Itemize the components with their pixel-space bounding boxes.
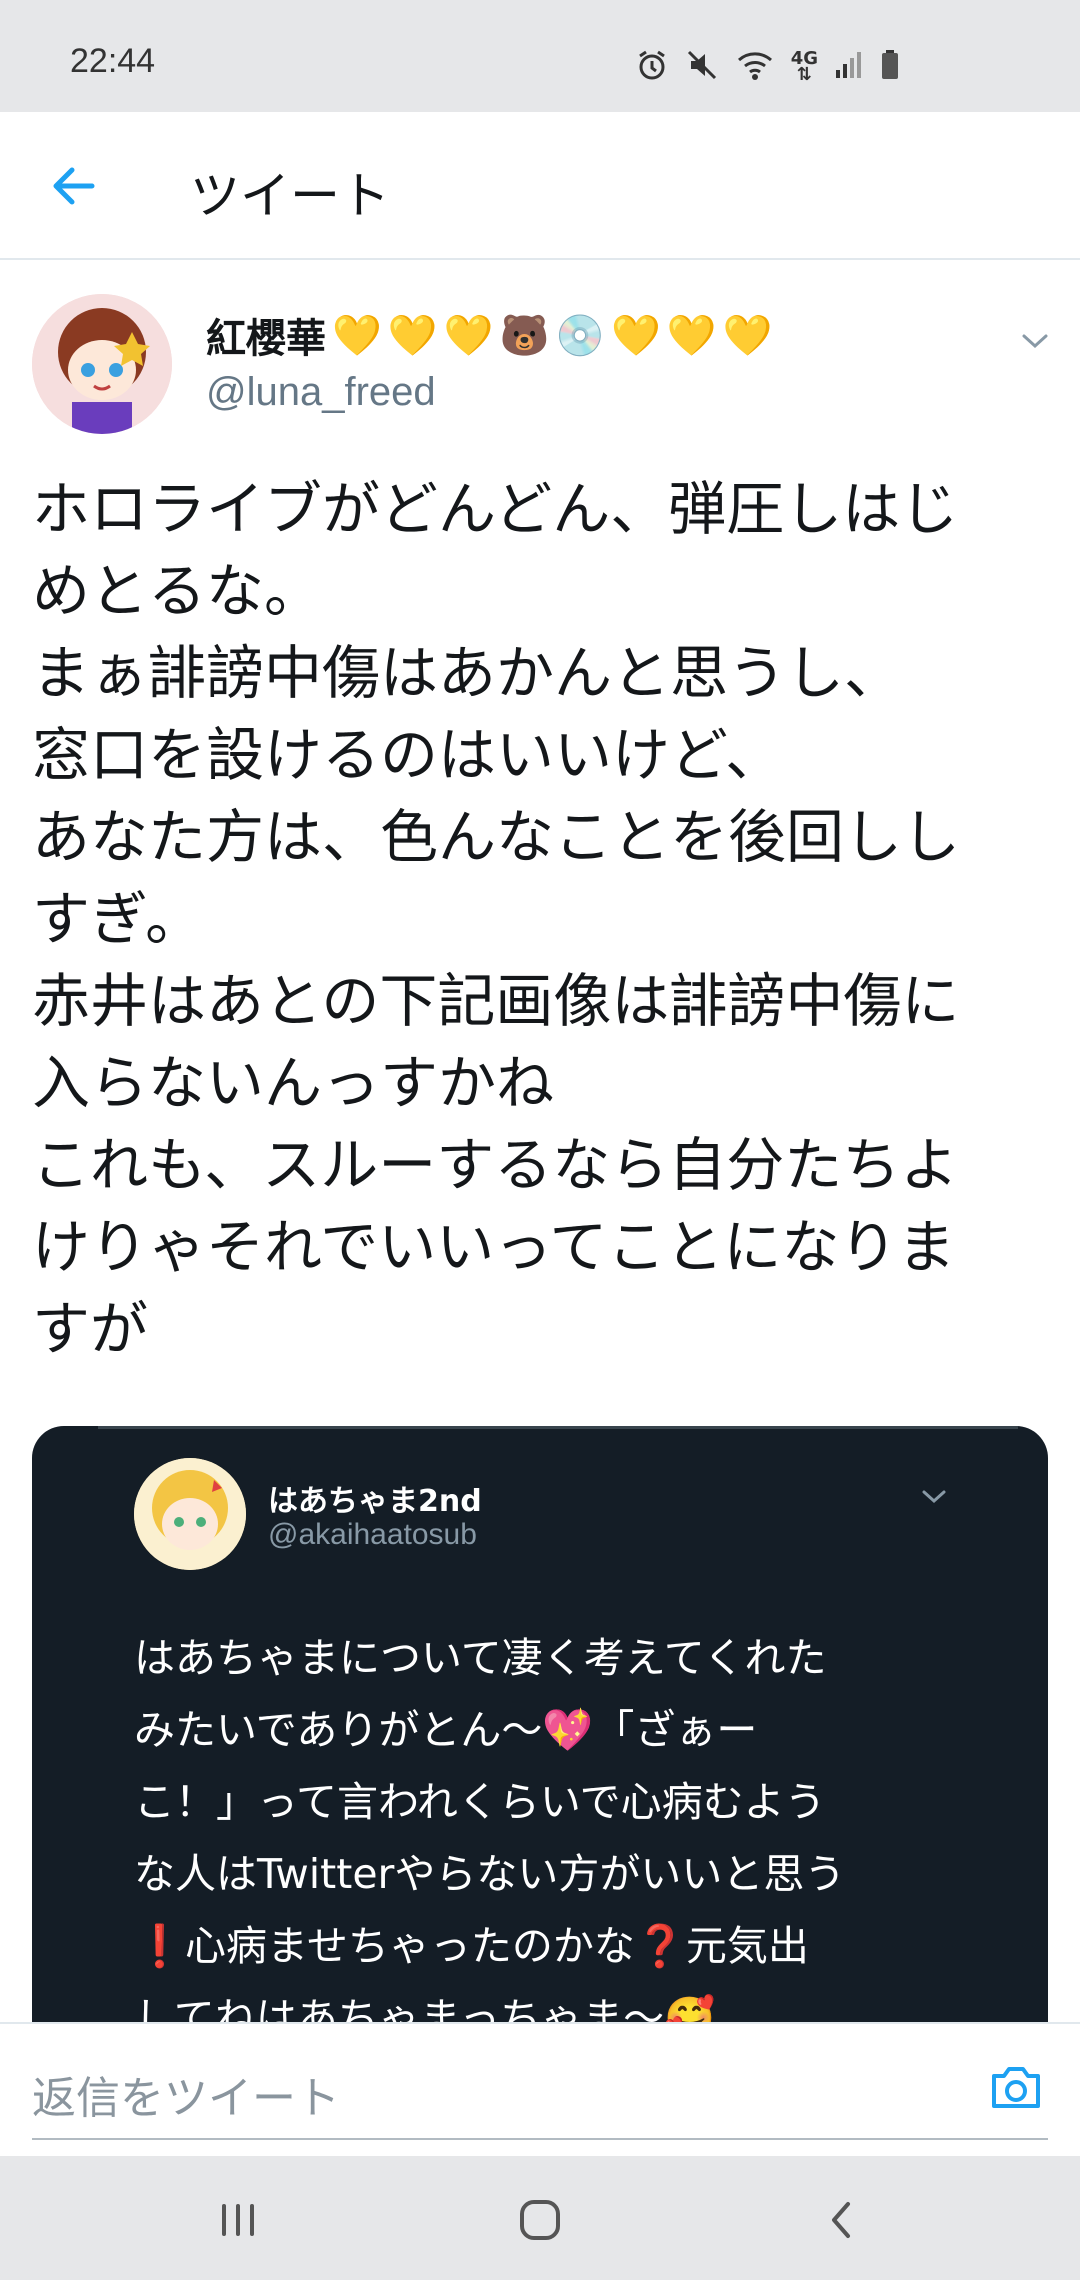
heart-emoji: 💛 [611, 312, 661, 359]
status-icons: 4G ⇅ [635, 48, 900, 86]
heart-emoji: 💛 [443, 312, 494, 359]
embedded-display-name: はあちゃま2nd [268, 1484, 482, 1519]
alarm-icon [635, 48, 669, 86]
tweet-image[interactable]: はあちゃま2nd @akaihaatosub はあちゃまについて凄く考えてくれた… [32, 1426, 1048, 2026]
display-name[interactable]: 紅櫻華 💛 💛 💛 🐻 💿 💛 💛 💛 [206, 306, 773, 364]
4g-icon: 4G ⇅ [790, 48, 818, 85]
bear-emoji: 🐻 [499, 312, 550, 359]
heart-emoji: 💛 [387, 312, 438, 359]
embedded-chevron-down-icon [916, 1482, 952, 1510]
embedded-text: はあちゃまについて凄く考えてくれた みたいでありがとん〜💖「ざぁー こ！」って言… [134, 1634, 846, 2026]
heart-emoji: 💛 [666, 312, 717, 359]
reply-underline [32, 2138, 1048, 2140]
tweet-header: 紅櫻華 💛 💛 💛 🐻 💿 💛 💛 💛 @luna_freed [0, 260, 1080, 450]
camera-icon[interactable] [988, 2060, 1044, 2114]
user-handle[interactable]: @luna_freed [206, 370, 436, 415]
system-nav-bar [0, 2156, 1080, 2280]
page-title: ツイート [190, 167, 390, 225]
mute-icon [685, 48, 719, 86]
back-icon[interactable] [812, 2190, 872, 2250]
tweet-text: ホロライブがどんどん、弾圧しはじ めとるな。 まぁ誹謗中傷はあかんと思うし、 窓… [32, 475, 961, 1363]
image-divider [98, 1426, 1018, 1429]
embedded-avatar [134, 1458, 246, 1570]
heart-emoji: 💛 [722, 312, 773, 359]
wifi-icon [735, 48, 775, 86]
status-bar: 22:44 4G ⇅ [0, 0, 1080, 112]
app-bar: ツイート [0, 112, 1080, 260]
home-icon[interactable] [510, 2190, 570, 2250]
signal-icon [834, 48, 864, 86]
back-arrow-icon[interactable] [44, 154, 108, 218]
reply-input[interactable]: 返信をツイート [32, 2062, 340, 2126]
battery-icon [880, 48, 900, 86]
display-name-text: 紅櫻華 [206, 316, 326, 362]
reply-bar: 返信をツイート [0, 2022, 1080, 2156]
status-time: 22:44 [70, 42, 156, 80]
chevron-down-icon[interactable] [1010, 320, 1060, 360]
avatar[interactable] [32, 294, 172, 434]
embedded-handle: @akaihaatosub [268, 1518, 477, 1551]
disc-emoji: 💿 [555, 312, 606, 359]
recent-apps-icon[interactable] [208, 2190, 268, 2250]
4g-label: 4G [790, 48, 818, 69]
heart-emoji: 💛 [332, 312, 382, 359]
